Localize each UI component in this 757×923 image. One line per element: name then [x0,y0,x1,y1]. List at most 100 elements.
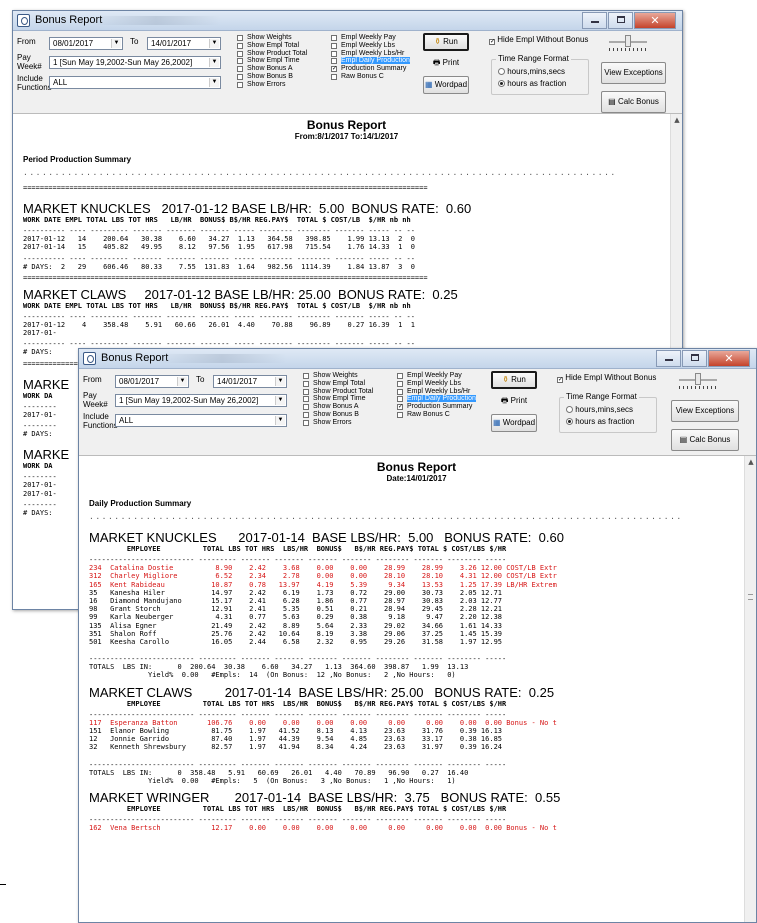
time-option-hms[interactable]: hours,mins,secs [566,405,633,414]
option-checkbox-label: Empl Weekly Pay [407,372,462,379]
option-checkbox[interactable]: Empl Weekly Lbs [331,42,410,50]
close-button[interactable]: ✕ [708,350,750,367]
run-button-label: Run [511,375,526,384]
title-bar[interactable]: Bonus Report ✕ [79,349,756,369]
market-heading: MARKET WRINGER 2017-01-14 BASE LBS/HR: 3… [89,790,561,806]
dropdown-arrow-icon[interactable]: ▼ [275,377,285,386]
from-date-picker[interactable]: 08/01/2017 ▼ [49,37,123,50]
checkbox-icon [331,73,337,80]
option-checkbox[interactable]: Empl Weekly Lbs/Hr [397,388,476,396]
option-checkbox[interactable]: Show Empl Total [303,380,373,388]
hide-empl-checkbox[interactable]: ✓ Hide Empl Without Bonus [557,373,656,383]
dropdown-arrow-icon[interactable]: ▼ [209,39,219,48]
dropdown-arrow-icon[interactable]: ▼ [209,58,219,67]
maximize-button[interactable] [608,12,633,29]
option-checkbox[interactable]: Empl Daily Production [331,57,410,65]
checkbox-icon [397,388,403,395]
option-checkbox[interactable]: Show Empl Total [237,42,307,50]
from-date-picker[interactable]: 08/01/2017 ▼ [115,375,189,388]
zoom-slider[interactable] [609,35,647,51]
view-exceptions-button[interactable]: View Exceptions [671,400,739,422]
option-checkbox[interactable]: Empl Weekly Lbs/Hr [331,50,410,58]
option-checkbox[interactable]: Empl Daily Production [397,395,476,403]
option-checkbox[interactable]: Show Weights [303,372,373,380]
time-option-fraction[interactable]: hours as fraction [566,417,634,426]
option-checkbox[interactable]: Empl Weekly Pay [397,372,476,380]
totals-row: TOTALS LBS IN: 0 358.48 5.91 60.69 26.01… [89,768,469,777]
wordpad-button[interactable]: ▦ Wordpad [423,76,469,94]
option-checkbox[interactable]: Show Product Total [303,388,373,396]
option-checkbox[interactable]: Show Bonus B [303,411,373,419]
option-checkbox-label: Show Weights [247,34,292,41]
dropdown-arrow-icon[interactable]: ▼ [209,78,219,87]
option-checkbox[interactable]: Show Weights [237,34,307,42]
employee-row: 32 Kenneth Shrewsbury 82.57 1.97 41.94 8… [89,743,503,752]
run-button[interactable]: ⚱ Run [491,371,537,389]
option-checkbox[interactable]: Raw Bonus C [397,411,476,419]
hide-empl-checkbox[interactable]: ✓ Hide Empl Without Bonus [489,35,589,45]
wordpad-button[interactable]: ▦ Wordpad [491,414,537,432]
title-bar[interactable]: Bonus Report ✕ [13,11,682,31]
pay-week-select[interactable]: 1 [Sun May 19,2002-Sun May 26,2002] ▼ [49,56,221,69]
dropdown-arrow-icon[interactable]: ▼ [111,39,121,48]
slider-thumb[interactable] [625,35,631,47]
option-checkbox[interactable]: ✓ Production Summary [397,403,476,411]
to-date-picker[interactable]: 14/01/2017 ▼ [147,37,221,50]
dropdown-arrow-icon[interactable]: ▼ [177,377,187,386]
option-checkbox[interactable]: Raw Bonus C [331,73,410,81]
dash-rule: ------------------------- --------- ----… [89,655,507,664]
minimize-button[interactable] [656,350,681,367]
include-functions-select[interactable]: ALL ▼ [115,414,287,427]
option-checkbox-label: Empl Weekly Lbs/Hr [407,387,471,395]
checkbox-column-1: Show Weights Show Empl Total Show Product … [303,372,373,427]
to-date-picker[interactable]: 14/01/2017 ▼ [213,375,287,388]
pay-week-value: 1 [Sun May 19,2002-Sun May 26,2002] [53,58,193,67]
option-checkbox[interactable]: Empl Weekly Lbs [397,380,476,388]
option-checkbox[interactable]: Show Errors [237,81,307,89]
minimize-button[interactable] [582,12,607,29]
dropdown-arrow-icon[interactable]: ▼ [275,396,285,405]
checkbox-icon [303,411,309,418]
close-button[interactable]: ✕ [634,12,676,29]
column-header: WORK DATE EMPL TOTAL LBS TOT HRS LB/HR B… [23,301,411,310]
calc-bonus-button[interactable]: ▤ Calc Bonus [671,429,739,451]
from-label: From [83,375,102,384]
option-checkbox-label: Raw Bonus C [407,410,450,418]
maximize-button[interactable] [682,350,707,367]
include-functions-select[interactable]: ALL ▼ [49,76,221,89]
zoom-slider[interactable] [679,373,717,389]
print-button[interactable]: 🖶 Print [491,393,537,411]
dash-rule: ---------- ---- --------- ------- ------… [23,227,415,236]
run-button[interactable]: ⚱ Run [423,33,469,51]
time-option-hms[interactable]: hours,mins,secs [498,67,565,76]
option-checkbox[interactable]: Show Bonus A [237,65,307,73]
option-checkbox[interactable]: Show Errors [303,419,373,427]
pay-week-select[interactable]: 1 [Sun May 19,2002-Sun May 26,2002] ▼ [115,394,287,407]
checkbox-icon [237,81,243,88]
hide-empl-label: Hide Empl Without Bonus [497,35,589,44]
scroll-up-arrow-icon[interactable]: ▲ [671,114,682,126]
option-checkbox-label: Empl Daily Production [407,395,476,403]
print-button[interactable]: 🖶 Print [423,55,469,73]
option-checkbox[interactable]: Show Empl Time [303,395,373,403]
option-checkbox[interactable]: Show Product Total [237,50,307,58]
option-checkbox[interactable]: Empl Weekly Pay [331,34,410,42]
time-option-fraction[interactable]: hours as fraction [498,79,566,88]
slider-thumb[interactable] [695,373,701,385]
dropdown-arrow-icon[interactable]: ▼ [275,416,285,425]
option-checkbox[interactable]: Show Empl Time [237,57,307,65]
scroll-up-arrow-icon[interactable]: ▲ [745,456,756,468]
bonus-report-window-front: Bonus Report ✕ From 08/01/2017 ▼ To 14/0… [78,348,757,923]
radio-icon [566,418,573,425]
vertical-scrollbar[interactable]: ▲ [744,456,756,922]
option-checkbox[interactable]: Show Bonus A [303,403,373,411]
calculator-icon: ▤ [679,435,688,444]
report-pane[interactable]: Bonus Report Date:14/01/2017 Daily Produ… [79,455,756,922]
run-icon: ⚱ [434,37,441,46]
scroll-grip-icon[interactable] [748,594,753,600]
view-exceptions-button[interactable]: View Exceptions [601,62,666,84]
calc-bonus-button[interactable]: ▤ Calc Bonus [601,91,666,113]
calculator-icon: ▤ [608,97,616,106]
option-checkbox[interactable]: Show Bonus B [237,73,307,81]
option-checkbox[interactable]: ✓ Production Summary [331,65,410,73]
